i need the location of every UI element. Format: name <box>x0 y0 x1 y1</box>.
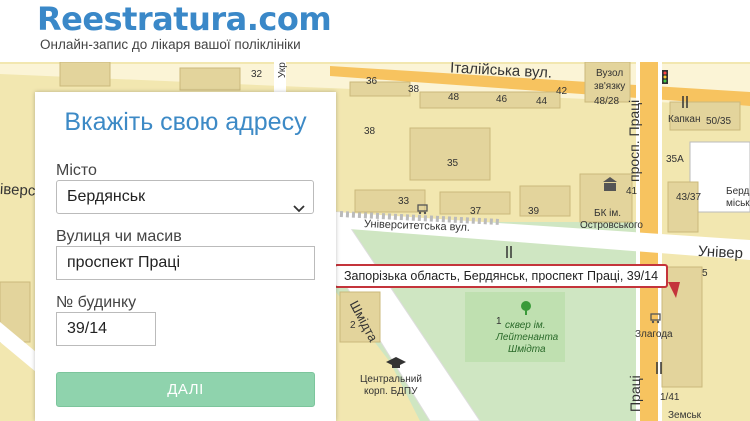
house-33: 33 <box>398 196 410 207</box>
city-label: Місто <box>56 162 97 179</box>
callout-pointer <box>668 282 680 298</box>
building-left-top <box>59 62 111 87</box>
house-38-b: 38 <box>408 84 420 95</box>
house-39: 39 <box>528 206 540 217</box>
building-35 <box>409 127 491 181</box>
city-select-value: Бердянськ <box>67 188 146 205</box>
building-43-37 <box>667 181 699 233</box>
place-zlahoda: Злагода <box>635 329 673 340</box>
house-1: 1 <box>496 316 502 327</box>
street-label-universytetska-right: Універ <box>697 242 744 263</box>
street-label-ukr: Укра <box>277 62 288 78</box>
house-43-37: 43/37 <box>676 192 702 203</box>
place-tsentr-1: Центральний <box>360 374 422 385</box>
site-logo[interactable]: Reestratura.com <box>37 0 332 40</box>
place-bk-1: БК ім. <box>594 208 622 219</box>
house-5: 5 <box>702 268 708 279</box>
building-row-top <box>349 81 411 97</box>
place-skver-1: сквер ім. <box>505 320 546 331</box>
place-skver-2: Лейтенанта <box>496 332 559 343</box>
street-label-prosp-pratsi: просп. Праці <box>626 99 642 182</box>
form-title: Вкажіть свою адресу <box>64 108 307 136</box>
house-44: 44 <box>536 96 548 107</box>
place-tsentr-2: корп. БДПУ <box>364 386 418 397</box>
house-1-41: 1/41 <box>660 392 680 403</box>
house-41: 41 <box>626 186 638 197</box>
chevron-down-icon <box>293 193 305 225</box>
house-48-28: 48/28 <box>594 96 620 107</box>
place-vuzol-2: зв'язку <box>594 81 626 92</box>
building-33 <box>354 189 426 213</box>
place-berd-1: Берд <box>726 186 750 197</box>
place-skver-3: Шмідта <box>508 344 546 355</box>
house-35a: 35А <box>666 154 684 165</box>
house-32: 32 <box>251 69 263 80</box>
place-kapkan: Капкан <box>668 114 701 125</box>
house-46: 46 <box>496 94 508 105</box>
house-35: 35 <box>447 158 459 169</box>
street-label-zemska: Земськ <box>668 410 702 421</box>
house-48: 48 <box>448 92 460 103</box>
address-form-panel: Вкажіть свою адресу Місто Бердянськ Вули… <box>35 92 336 421</box>
next-button[interactable]: ДАЛІ <box>56 372 315 407</box>
building-left-top-2 <box>179 67 241 91</box>
place-vuzol-1: Вузол <box>596 68 624 79</box>
place-berd-2: міськ <box>726 198 750 209</box>
house-2: 2 <box>350 320 356 331</box>
street-input[interactable]: проспект Праці <box>56 246 315 280</box>
city-select[interactable]: Бердянськ <box>56 180 314 214</box>
site-tagline: Онлайн-запис до лікаря вашої поліклініки <box>40 37 301 52</box>
house-42: 42 <box>556 86 568 97</box>
house-number-label: № будинку <box>56 294 137 311</box>
site-header: Reestratura.com Онлайн-запис до лікаря в… <box>0 0 750 62</box>
address-callout: Запорізька область, Бердянськ, проспект … <box>334 264 669 288</box>
house-50-35: 50/35 <box>706 116 732 127</box>
house-37: 37 <box>470 206 482 217</box>
street-label: Вулиця чи масив <box>56 228 182 245</box>
house-36: 36 <box>366 76 378 87</box>
traffic-light-icon <box>662 70 668 84</box>
place-bk-2: Островського <box>580 220 643 231</box>
house-38-a: 38 <box>364 126 376 137</box>
street-label-pratsi-bottom: Праці <box>627 375 643 412</box>
house-number-input[interactable]: 39/14 <box>56 312 156 346</box>
